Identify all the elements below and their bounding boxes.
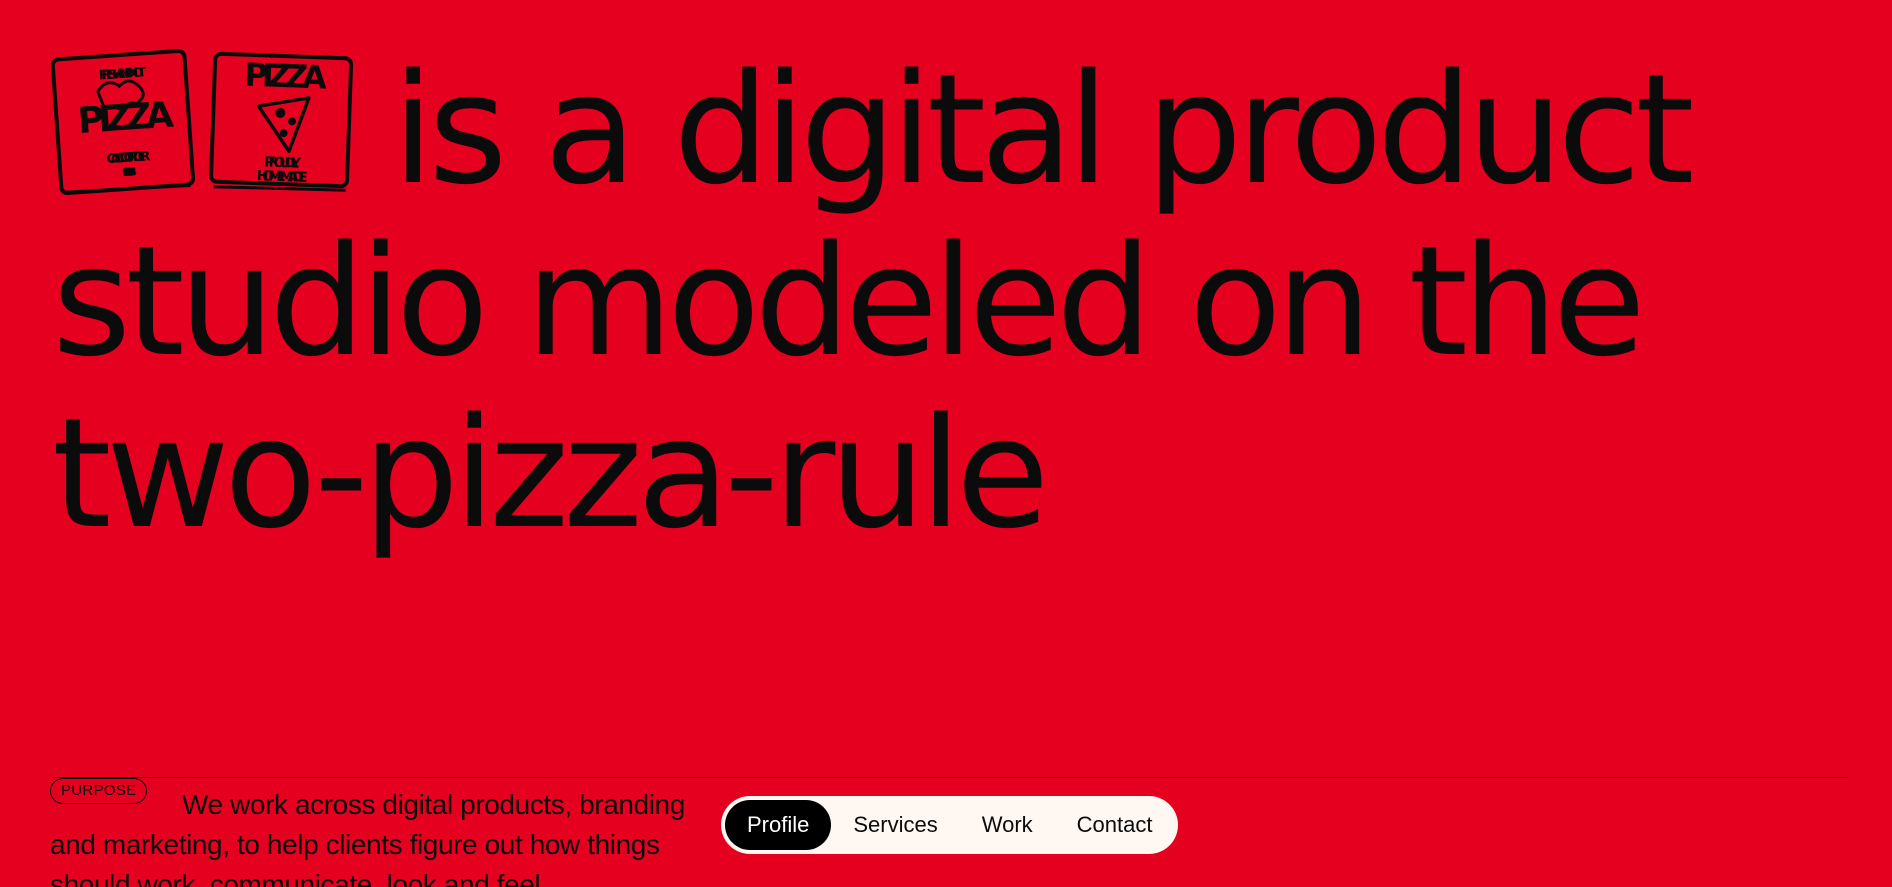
box-a-bottom-text: CALL TO ORDER <box>106 149 151 167</box>
purpose-tag: PURPOSE <box>50 778 148 804</box>
box-b-bottom2-text: HOMEMADE <box>256 168 307 186</box>
pizza-logo-group[interactable]: FRESH AND HOT PIZZA CALL TO ORDER 030 94… <box>50 48 354 196</box>
nav-item-profile[interactable]: Profile <box>725 800 832 850</box>
box-a-main-text: PIZZA <box>76 94 175 142</box>
nav-item-contact[interactable]: Contact <box>1055 800 1175 850</box>
box-b-main-text: PIZZA <box>244 56 328 97</box>
section-divider <box>52 777 1848 778</box>
pizza-box-fresh-and-hot-icon: FRESH AND HOT PIZZA CALL TO ORDER 030 94… <box>50 48 196 196</box>
nav-item-services[interactable]: Services <box>831 800 959 850</box>
box-a-top-text: FRESH AND HOT <box>98 65 147 83</box>
purpose-text: We work across digital products, brandin… <box>50 789 685 887</box>
nav-item-work[interactable]: Work <box>960 800 1055 850</box>
box-a-phone-text: 030 948 008 84 <box>122 165 138 179</box>
floating-nav: Profile Services Work Contact <box>721 796 1178 854</box>
pizza-box-proudly-homemade-icon: PIZZA PROUDLY HOMEMADE <box>209 51 354 192</box>
hero-line-2: studio modeled on the <box>52 213 1646 390</box>
hero-headline: FRESH AND HOT PIZZA CALL TO ORDER 030 94… <box>50 41 1852 562</box>
hero-line-1: FRESH AND HOT PIZZA CALL TO ORDER 030 94… <box>50 41 1852 218</box>
hero-line-3: two-pizza-rule <box>52 385 1049 562</box>
hero-text-line-1: is a digital product <box>392 41 1695 218</box>
